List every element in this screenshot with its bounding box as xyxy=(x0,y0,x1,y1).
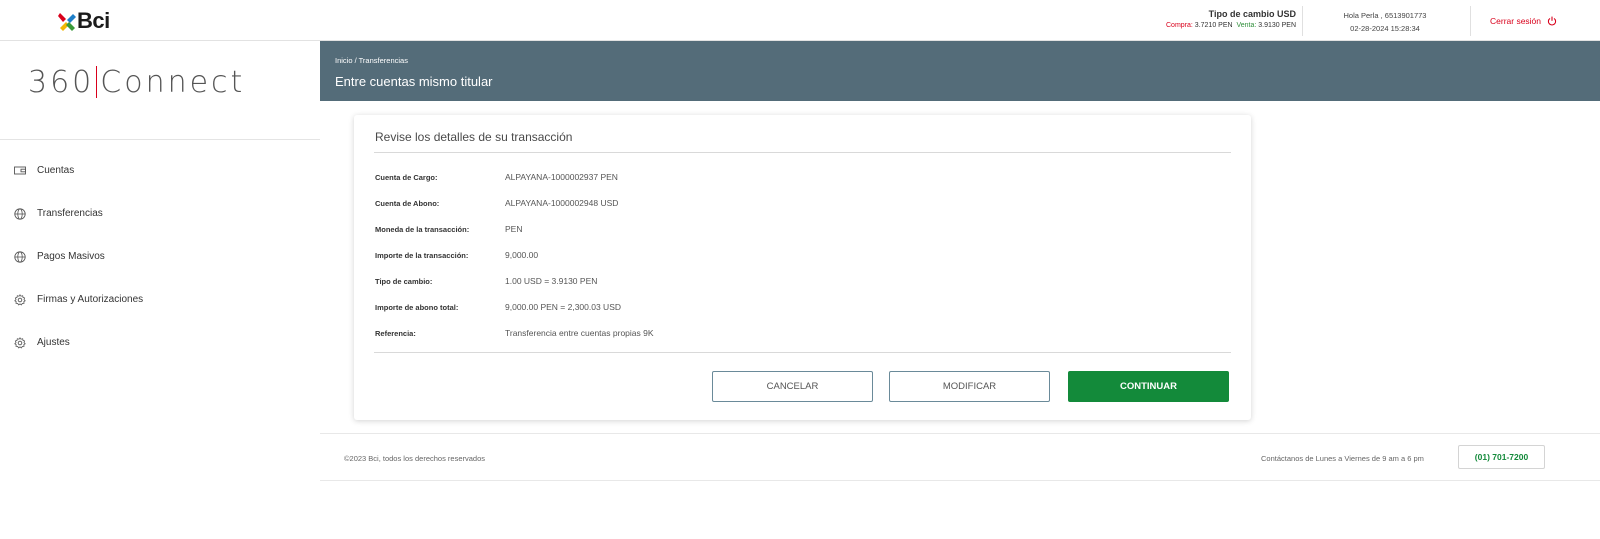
gear-icon xyxy=(14,336,26,349)
sidebar-item-label: Pagos Masivos xyxy=(37,251,105,262)
detail-value: ALPAYANA-1000002948 USD xyxy=(505,198,619,208)
phone-number[interactable]: (01) 701-7200 xyxy=(1458,445,1545,469)
bci-logo-mark xyxy=(58,13,76,31)
detail-value: 1.00 USD = 3.9130 PEN xyxy=(505,276,598,286)
logout-button[interactable]: Cerrar sesión xyxy=(1490,16,1557,26)
sidebar-item-firmas-y-autorizaciones[interactable]: Firmas y Autorizaciones xyxy=(0,278,320,321)
top-bar: Bci Tipo de cambio USD Compra: 3.7210 PE… xyxy=(0,0,1600,41)
detail-label: Importe de la transacción: xyxy=(375,250,469,260)
page-header: Inicio / Transferencias Entre cuentas mi… xyxy=(320,41,1600,101)
sidebar-divider xyxy=(0,139,320,140)
sidebar-nav: Cuentas Transferencias Pagos Masivos Fir… xyxy=(0,149,320,364)
continue-button[interactable]: CONTINUAR xyxy=(1068,371,1229,402)
detail-value: ALPAYANA-1000002937 PEN xyxy=(505,172,618,182)
divider xyxy=(374,152,1231,153)
exchange-rate: Tipo de cambio USD Compra: 3.7210 PEN Ve… xyxy=(1130,9,1296,29)
product-name: 360 xyxy=(28,65,95,100)
gear-icon xyxy=(14,293,26,306)
footer: ©2023 Bci, todos los derechos reservados… xyxy=(320,433,1600,481)
bci-logo-text: Bci xyxy=(77,8,110,33)
product-logo: 360 Connect xyxy=(28,65,245,100)
detail-label: Moneda de la transacción: xyxy=(375,224,470,234)
detail-row: Importe de la transacción: 9,000.00 xyxy=(375,242,654,268)
contact-hours: Contáctanos de Lunes a Viernes de 9 am a… xyxy=(1261,454,1424,463)
detail-label: Importe de abono total: xyxy=(375,302,459,312)
sidebar: 360 Connect Cuentas Transferencias Pagos … xyxy=(0,41,320,539)
copyright-text: ©2023 Bci, todos los derechos reservados xyxy=(344,454,486,463)
breadcrumb[interactable]: Inicio / Transferencias xyxy=(335,56,408,65)
detail-label: Cuenta de Abono: xyxy=(375,198,440,208)
sidebar-item-pagos-masivos[interactable]: Pagos Masivos xyxy=(0,235,320,278)
detail-label: Cuenta de Cargo: xyxy=(375,172,438,182)
header-divider xyxy=(1470,6,1471,36)
detail-label: Referencia: xyxy=(375,328,416,338)
sidebar-item-label: Transferencias xyxy=(37,208,103,219)
header-divider xyxy=(1302,6,1303,36)
fx-buy-value: 3.7210 PEN xyxy=(1194,22,1233,29)
product-logo-divider xyxy=(96,65,98,98)
sidebar-item-cuentas[interactable]: Cuentas xyxy=(0,149,320,192)
divider xyxy=(374,352,1231,353)
exchange-rate-values: Compra: 3.7210 PEN Venta: 3.9130 PEN xyxy=(1130,22,1296,29)
fx-sell-value: 3.9130 PEN xyxy=(1258,22,1296,29)
power-icon xyxy=(1547,16,1557,26)
page-title: Entre cuentas mismo titular xyxy=(335,74,493,89)
detail-row: Tipo de cambio: 1.00 USD = 3.9130 PEN xyxy=(375,268,654,294)
review-title: Revise los detalles de su transacción xyxy=(375,130,573,144)
logout-label: Cerrar sesión xyxy=(1490,16,1542,26)
fx-sell-label: Venta: xyxy=(1236,22,1257,29)
review-details: Cuenta de Cargo: ALPAYANA-1000002937 PEN… xyxy=(375,164,654,346)
user-info: Hola Perla , 6513901773 02-28-2024 15:28… xyxy=(1305,9,1465,35)
sidebar-item-label: Cuentas xyxy=(37,165,75,176)
review-card: Revise los detalles de su transacción Cu… xyxy=(354,115,1251,420)
modify-button[interactable]: MODIFICAR xyxy=(889,371,1050,402)
detail-value: PEN xyxy=(505,224,523,234)
session-datetime: 02-28-2024 15:28:34 xyxy=(1350,24,1420,33)
globe-icon xyxy=(14,207,26,220)
detail-row: Cuenta de Cargo: ALPAYANA-1000002937 PEN xyxy=(375,164,654,190)
detail-value: 9,000.00 xyxy=(505,250,539,260)
detail-row: Importe de abono total: 9,000.00 PEN = 2… xyxy=(375,294,654,320)
sidebar-item-label: Firmas y Autorizaciones xyxy=(37,294,144,305)
sidebar-item-label: Ajustes xyxy=(37,337,70,348)
bci-logo[interactable]: Bci xyxy=(58,8,110,34)
product-name-suffix: Connect xyxy=(100,65,246,100)
detail-label: Tipo de cambio: xyxy=(375,276,433,286)
sidebar-item-transferencias[interactable]: Transferencias xyxy=(0,192,320,235)
fx-buy-label: Compra: xyxy=(1166,22,1193,29)
sidebar-item-ajustes[interactable]: Ajustes xyxy=(0,321,320,364)
detail-row: Moneda de la transacción: PEN xyxy=(375,216,654,242)
globe-icon xyxy=(14,250,26,263)
user-greeting: Hola Perla , 6513901773 xyxy=(1343,11,1427,20)
detail-row: Referencia: Transferencia entre cuentas … xyxy=(375,320,654,346)
detail-row: Cuenta de Abono: ALPAYANA-1000002948 USD xyxy=(375,190,654,216)
detail-value: Transferencia entre cuentas propias 9K xyxy=(505,328,654,338)
detail-value: 9,000.00 PEN = 2,300.03 USD xyxy=(505,302,622,312)
exchange-rate-title: Tipo de cambio USD xyxy=(1208,9,1296,19)
cancel-button[interactable]: CANCELAR xyxy=(712,371,873,402)
wallet-icon xyxy=(14,165,26,177)
